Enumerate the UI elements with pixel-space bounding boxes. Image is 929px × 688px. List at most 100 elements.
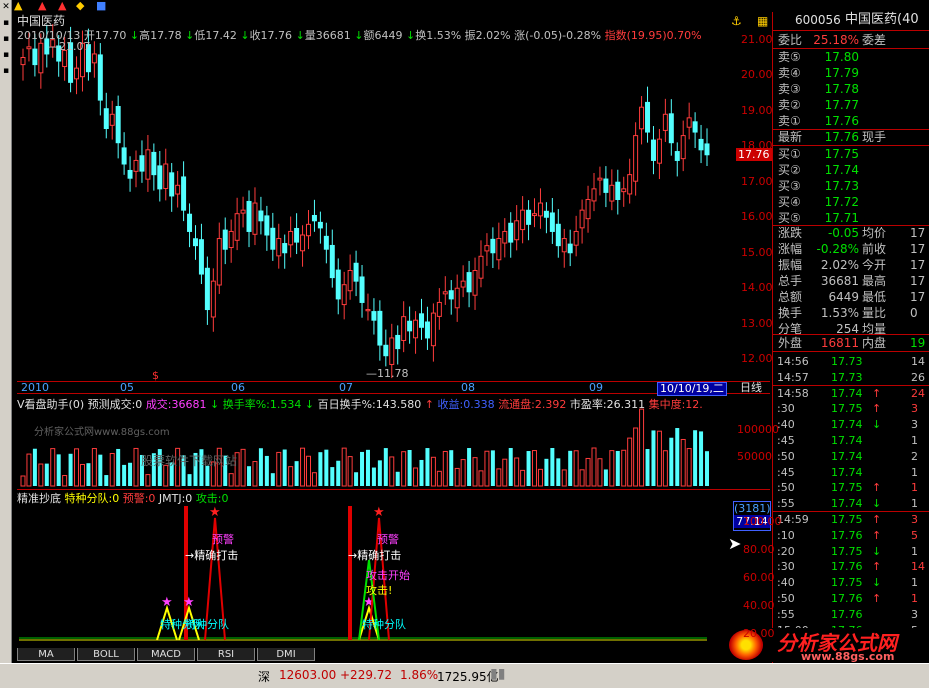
precise-label: →精确打击 xyxy=(348,549,402,562)
volume-header-field: 市盈率:26.311 xyxy=(569,398,649,411)
quote-field: ↓ xyxy=(240,29,250,42)
price-chart[interactable] xyxy=(17,12,770,382)
tick-arrow: ↑ xyxy=(872,386,882,400)
tab-ma[interactable]: MA xyxy=(17,648,75,661)
candle-body xyxy=(484,245,490,252)
grid-icon[interactable]: ▦ xyxy=(757,14,768,28)
candle-body xyxy=(359,276,365,303)
readout-count: (3181) xyxy=(734,502,771,515)
indicator-header-field: JMTJ:0 xyxy=(158,492,196,505)
volume-bar xyxy=(520,469,526,487)
volume-bar xyxy=(484,450,490,487)
volume-bar xyxy=(413,467,419,487)
quote-field: 低17.42 xyxy=(194,29,241,42)
candle-body xyxy=(127,169,133,179)
volume-bar xyxy=(252,461,258,487)
tool-icon[interactable]: ▲ xyxy=(58,0,66,12)
sell-row-value: 17.78 xyxy=(824,82,859,96)
tick-time: :10 xyxy=(777,528,795,542)
weibi-row-label2: 委差 xyxy=(862,33,887,47)
sell-row: 卖④ 17.79 xyxy=(773,65,929,81)
weibi-row-value: 25.18% xyxy=(813,33,859,47)
candle-body xyxy=(442,291,448,295)
candle-body xyxy=(413,319,419,339)
special-label: 特种分队 xyxy=(362,618,406,631)
volume-bar xyxy=(91,448,97,487)
candle-body xyxy=(526,209,532,225)
sell-row-label: 卖③ xyxy=(778,82,801,96)
watermark: 股票软件下载网站 xyxy=(141,454,238,468)
tick-time: :50 xyxy=(777,449,795,463)
sell-row-label: 卖⑤ xyxy=(778,50,801,64)
anchor-icon: ⚓ xyxy=(731,14,742,28)
lightning-icon[interactable]: ◆ xyxy=(76,0,84,12)
volume-header-field: 收益:0.338 xyxy=(437,398,499,411)
volume-bar xyxy=(389,456,395,487)
buy-row: 买⑤ 17.71 xyxy=(773,210,929,226)
buy-row-label: 买⑤ xyxy=(778,211,801,225)
special-label: 特种分队 xyxy=(185,618,229,631)
volume-bar xyxy=(86,463,91,486)
tab-dmi[interactable]: DMI xyxy=(257,648,315,661)
candle-body xyxy=(133,159,139,172)
stat-row-label: 涨幅 xyxy=(778,242,803,256)
candle-body xyxy=(121,147,127,165)
tick-qty: 3 xyxy=(911,418,918,432)
tool-icon[interactable]: ▪ xyxy=(1,50,11,60)
volume-bar xyxy=(360,451,365,486)
volume-tick-label: 100000 xyxy=(737,423,779,436)
tool-icon[interactable]: ▪ xyxy=(1,66,11,76)
info-icon[interactable]: ■ xyxy=(96,0,106,12)
sell-row: 卖⑤ 17.80 xyxy=(773,49,929,65)
volume-bar xyxy=(407,450,412,486)
buy-row-value: 17.74 xyxy=(824,163,859,177)
tick-time: :40 xyxy=(777,576,795,590)
tick-price: 17.74 xyxy=(831,386,863,400)
price-tick-label: 21.00 xyxy=(741,32,773,46)
alarm-icon[interactable]: ▲ xyxy=(38,0,46,12)
volume-bar xyxy=(347,456,353,487)
indicator-tabs: MA BOLL MACD RSI DMI xyxy=(17,648,737,662)
tick-qty: 1 xyxy=(911,497,918,511)
close-icon[interactable]: ✕ xyxy=(1,2,11,12)
stat-row-label2: 最高 xyxy=(862,274,887,288)
date-tick-label: 09 xyxy=(589,381,603,394)
volume-bar xyxy=(502,458,508,487)
tick-arrow: ↑ xyxy=(872,560,882,574)
price-tick-label: 17.00 xyxy=(741,174,773,188)
star-icon: ★ xyxy=(183,595,195,610)
volume-bar xyxy=(579,469,585,487)
candle-body xyxy=(317,221,323,229)
alert-icon[interactable]: ▲ xyxy=(14,0,22,12)
volume-bar xyxy=(550,448,555,486)
candle-body xyxy=(401,316,407,341)
volume-bar xyxy=(556,458,561,486)
current-date-label: 10/10/19,二 xyxy=(657,382,727,396)
candle-body xyxy=(377,310,383,346)
tool-icon[interactable]: ▪ xyxy=(1,34,11,44)
candle-body xyxy=(109,113,115,126)
tick-row: :40 17.74 ↓ 3 xyxy=(773,417,929,433)
candle-body xyxy=(419,313,425,328)
tab-boll[interactable]: BOLL xyxy=(77,648,135,661)
period-label[interactable]: 日线 xyxy=(740,382,762,394)
buy-row-label: 买① xyxy=(778,147,801,161)
candle-body xyxy=(305,223,311,237)
quote-field: ↓ xyxy=(185,29,195,42)
tick-row: :30 17.76 ↑ 14 xyxy=(773,559,929,575)
tool-icon[interactable]: ▪ xyxy=(1,18,11,28)
candle-body xyxy=(91,53,97,64)
volume-bar xyxy=(609,450,615,487)
tab-macd[interactable]: MACD xyxy=(137,648,195,661)
tick-row: :30 17.75 ↑ 3 xyxy=(773,401,929,417)
tick-qty: 3 xyxy=(911,402,918,416)
tick-price: 17.74 xyxy=(831,418,863,432)
volume-bar xyxy=(104,475,109,486)
candle-body xyxy=(389,337,395,365)
price-tick-label: 16.00 xyxy=(741,210,773,224)
warn-label: 预警 xyxy=(212,533,234,546)
candle-body xyxy=(508,222,514,243)
candle-body xyxy=(347,270,353,292)
tab-rsi[interactable]: RSI xyxy=(197,648,255,661)
tick-row: :55 17.76 3 xyxy=(773,607,929,623)
